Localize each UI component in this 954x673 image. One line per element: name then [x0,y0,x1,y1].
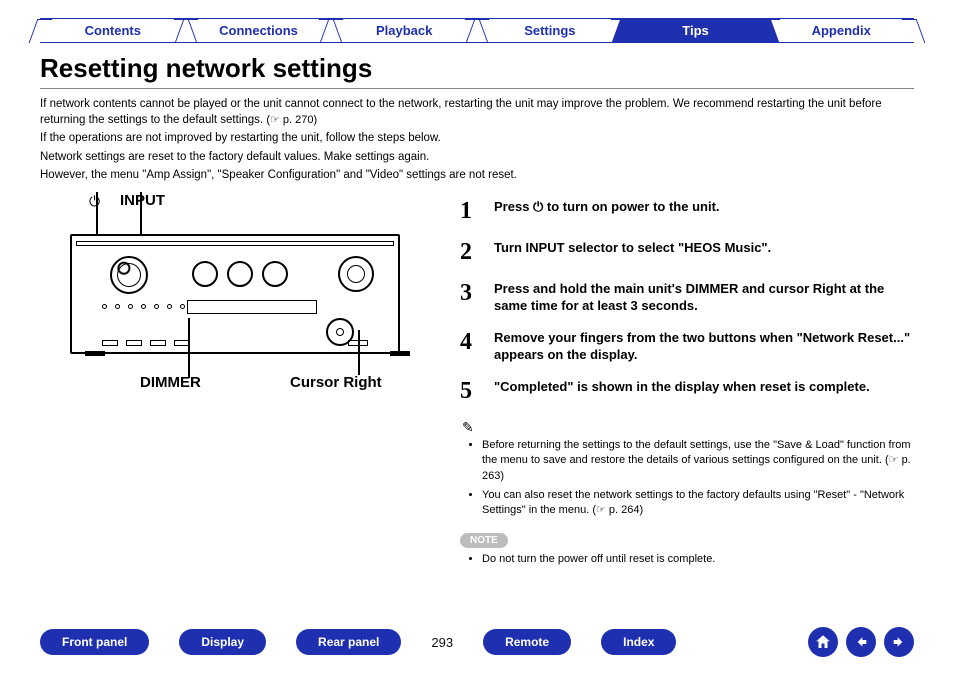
step-text: Press ⏻ to turn on power to the unit. [494,198,914,225]
intro-p3: Network settings are reset to the factor… [40,150,914,166]
tab-connections[interactable]: Connections [186,18,332,42]
page-number: 293 [431,635,453,650]
power-icon: ⏻ [89,193,100,210]
device-illustration: ⏻ INPUT DIMMER Cursor Right [40,198,430,418]
next-page-icon[interactable] [884,627,914,657]
step-1: 1 Press ⏻ to turn on power to the unit. [460,198,914,225]
tab-contents[interactable]: Contents [40,18,186,42]
step-2: 2 Turn INPUT selector to select "HEOS Mu… [460,239,914,266]
remote-button[interactable]: Remote [483,629,571,655]
home-icon[interactable] [808,627,838,657]
step-number: 2 [460,239,480,266]
page-ref-270[interactable]: (☞ p. 270) [266,113,317,128]
page-ref-264[interactable]: (☞ p. 264) [592,504,643,516]
steps-list: 1 Press ⏻ to turn on power to the unit. … [460,198,914,405]
top-tabs: Contents Connections Playback Settings T… [40,18,914,43]
step-4: 4 Remove your fingers from the two butto… [460,329,914,364]
step-number: 4 [460,329,480,364]
rear-panel-button[interactable]: Rear panel [296,629,401,655]
step-number: 1 [460,198,480,225]
step-text: Remove your fingers from the two buttons… [494,329,914,364]
bottom-nav: Front panel Display Rear panel 293 Remot… [40,627,914,657]
pencil-icon: ✎ [462,419,914,436]
tip1-text: Before returning the settings to the def… [482,439,911,466]
label-dimmer: DIMMER [140,374,201,391]
step-5: 5 "Completed" is shown in the display wh… [460,378,914,405]
index-button[interactable]: Index [601,629,676,655]
tab-appendix[interactable]: Appendix [768,18,914,42]
step-number: 5 [460,378,480,405]
step-3: 3 Press and hold the main unit's DIMMER … [460,280,914,315]
note-badge: NOTE [460,533,508,548]
display-button[interactable]: Display [179,629,266,655]
caution-notes: Do not turn the power off until reset is… [460,552,914,567]
tip2-text: You can also reset the network settings … [482,489,904,516]
front-display [187,300,317,314]
front-panel-button[interactable]: Front panel [40,629,149,655]
tab-settings[interactable]: Settings [477,18,623,42]
step-text: "Completed" is shown in the display when… [494,378,914,405]
prev-page-icon[interactable] [846,627,876,657]
input-selector-knob [110,256,148,294]
step-text: Turn INPUT selector to select "HEOS Musi… [494,239,914,266]
volume-knob [338,256,374,292]
note1-text: Do not turn the power off until reset is… [482,552,914,567]
step-number: 3 [460,280,480,315]
tab-playback[interactable]: Playback [331,18,477,42]
intro-text: If network contents cannot be played or … [40,97,914,184]
label-cursor-right: Cursor Right [290,374,382,391]
tip-notes: Before returning the settings to the def… [460,438,914,519]
intro-p2: If the operations are not improved by re… [40,131,914,147]
step-text: Press and hold the main unit's DIMMER an… [494,280,914,315]
page-title: Resetting network settings [40,53,914,84]
intro-p4: However, the menu "Amp Assign", "Speaker… [40,168,914,184]
intro-p1: If network contents cannot be played or … [40,98,882,126]
tab-tips[interactable]: Tips [623,18,769,42]
label-input: INPUT [120,192,165,209]
